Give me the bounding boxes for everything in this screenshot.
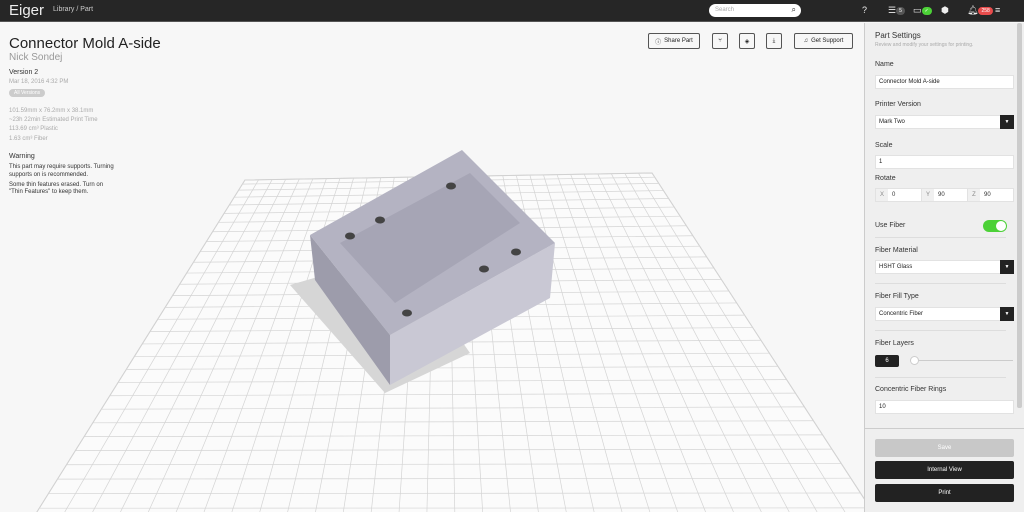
- fiber-volume: 1.63 cm³ Fiber: [9, 135, 48, 142]
- logo[interactable]: Eiger: [9, 2, 44, 19]
- use-fiber-label: Use Fiber: [875, 222, 906, 229]
- part-stats: 101.59mm x 76.2mm x 38.1mm ~23h 22min Es…: [9, 107, 98, 144]
- layers-icon: ◈: [744, 38, 750, 45]
- dimensions: 101.59mm x 76.2mm x 38.1mm: [9, 108, 94, 114]
- notification-badge: 258: [978, 6, 993, 15]
- material-label: Fiber Material: [875, 247, 918, 254]
- rotate-y-input[interactable]: Y 90: [921, 188, 968, 202]
- layers-button[interactable]: ◈: [739, 33, 755, 49]
- y-value: 90: [938, 192, 945, 198]
- share-label: Share Part: [664, 38, 693, 44]
- rotate-z-input[interactable]: Z 90: [967, 188, 1014, 202]
- part-settings-panel: Part Settings Review and modify your set…: [864, 23, 1024, 512]
- material-select[interactable]: HSHT Glass ▼: [875, 260, 1014, 274]
- printer-select[interactable]: Mark Two ▼: [875, 115, 1014, 129]
- divider: [875, 283, 1006, 284]
- search-placeholder: Search: [715, 7, 735, 13]
- scrollbar[interactable]: [1017, 23, 1022, 408]
- slider-handle[interactable]: [910, 356, 919, 365]
- version: Version 2: [9, 69, 39, 76]
- search-input[interactable]: Search ⌕: [709, 4, 801, 17]
- internal-view-button[interactable]: Internal View: [875, 461, 1014, 479]
- plastic-volume: 113.69 cm³ Plastic: [9, 126, 58, 133]
- warning-thin-features: Some thin features erased. Turn on "Thin…: [9, 181, 104, 196]
- author: Nick Sondej: [9, 52, 63, 63]
- rings-input[interactable]: 10: [875, 400, 1014, 414]
- fiber-layers-slider[interactable]: [910, 360, 1013, 361]
- panel-title: Part Settings: [875, 31, 921, 40]
- divider: [875, 330, 1006, 331]
- z-value: 90: [984, 192, 991, 198]
- chevron-down-icon: ▼: [1000, 307, 1014, 321]
- material-value: HSHT Glass: [879, 264, 913, 270]
- download-icon: ⤓: [772, 37, 776, 44]
- page-title: Connector Mold A-side: [9, 35, 161, 52]
- build-plate-grid: [36, 150, 864, 512]
- get-support-button[interactable]: ♫ Get Support: [794, 33, 853, 49]
- share-part-button[interactable]: ⓘ Share Part: [648, 33, 700, 49]
- help-icon[interactable]: ?: [862, 5, 867, 15]
- fill-type-value: Concentric Fiber: [879, 311, 924, 317]
- name-input[interactable]: Connector Mold A-side: [875, 75, 1014, 89]
- rings-label: Concentric Fiber Rings: [875, 386, 947, 393]
- fiber-layers-label: Fiber Layers: [875, 340, 914, 347]
- support-label: Get Support: [811, 38, 844, 44]
- version-date: Mar 18, 2016 4:32 PM: [9, 79, 69, 85]
- divider: [865, 428, 1024, 429]
- bell-icon[interactable]: 🔔︎ 258: [967, 5, 993, 16]
- menu-icon[interactable]: ≡: [995, 5, 1000, 15]
- use-fiber-toggle[interactable]: [983, 220, 1007, 232]
- top-bar: Eiger Library / Part Search ⌕ ? ☰ 5 ▭ ✓ ⬢ 🔔…: [0, 0, 1024, 22]
- printer-value: Mark Two: [879, 119, 905, 125]
- fill-type-select[interactable]: Concentric Fiber ▼: [875, 307, 1014, 321]
- z-label: Z: [968, 189, 980, 201]
- breadcrumb[interactable]: Library / Part: [53, 6, 93, 13]
- warning-title: Warning: [9, 153, 35, 160]
- save-button[interactable]: Save: [875, 439, 1014, 457]
- headset-icon: ♫: [803, 38, 809, 44]
- print-button[interactable]: Print: [875, 484, 1014, 502]
- printer-status-icon[interactable]: ▭ ✓: [913, 5, 932, 16]
- queue-icon[interactable]: ☰ 5: [888, 5, 905, 16]
- help-circle-icon: ⓘ: [655, 39, 662, 46]
- scale-input[interactable]: 1: [875, 155, 1014, 169]
- print-time: ~23h 22min Estimated Print Time: [9, 117, 98, 124]
- name-label: Name: [875, 61, 894, 68]
- divider: [875, 377, 1006, 378]
- panel-subtitle: Review and modify your settings for prin…: [875, 42, 974, 48]
- download-button[interactable]: ⤓: [766, 33, 782, 49]
- warning-text: This part may require supports. Turning …: [9, 164, 114, 197]
- fill-type-label: Fiber Fill Type: [875, 293, 919, 300]
- fiber-layers-value: 6: [875, 355, 899, 367]
- chevron-down-icon: ▼: [1000, 260, 1014, 274]
- all-versions-button[interactable]: All Versions: [9, 89, 46, 97]
- queue-badge: 5: [896, 6, 905, 15]
- rotate-x-input[interactable]: X0: [875, 188, 922, 202]
- scale-label: Scale: [875, 142, 893, 149]
- chevron-down-icon: ▼: [1000, 115, 1014, 129]
- 3d-viewport[interactable]: [0, 23, 864, 512]
- shield-icon[interactable]: ⬢: [941, 5, 949, 16]
- rotate-label: Rotate: [875, 175, 896, 182]
- warning-supports: This part may require supports. Turning …: [9, 164, 114, 178]
- y-label: Y: [922, 189, 934, 201]
- branch-button[interactable]: ⑂: [712, 33, 728, 49]
- x-value: 0: [892, 192, 896, 198]
- printer-label: Printer Version: [875, 101, 921, 108]
- search-icon[interactable]: ⌕: [792, 5, 796, 15]
- branch-icon: ⑂: [718, 38, 722, 44]
- x-label: X: [876, 189, 888, 201]
- divider: [875, 237, 1006, 238]
